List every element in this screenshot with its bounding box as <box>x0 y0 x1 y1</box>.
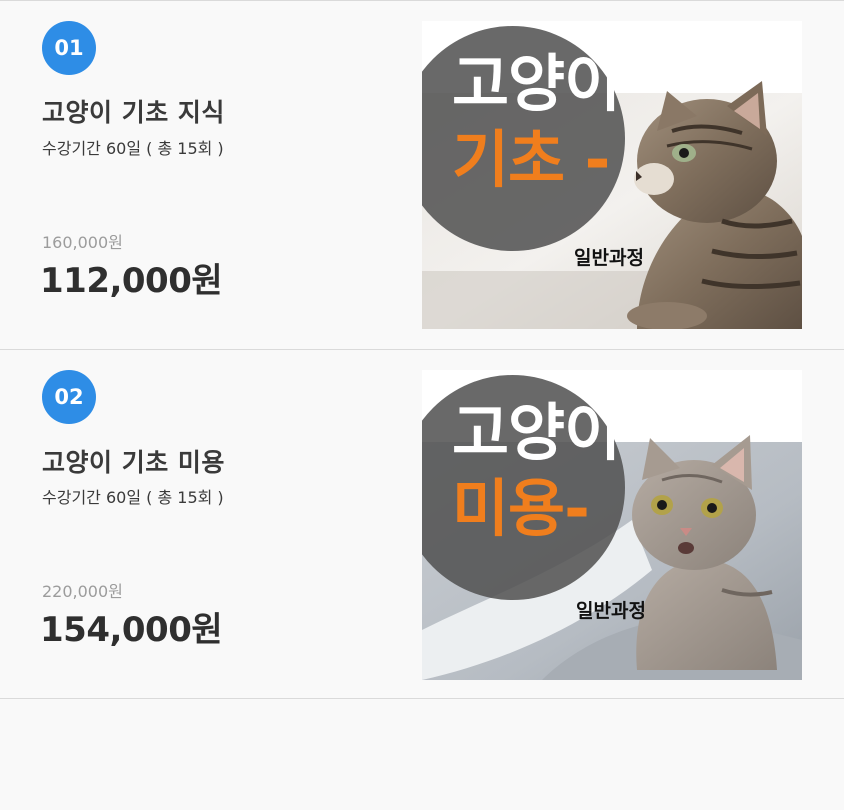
thumbnail-title-line1: 고양이 <box>452 396 621 469</box>
sale-price: 154,000원 <box>40 610 223 650</box>
course-thumbnail[interactable]: 고양이 기초 - 일반과정 <box>422 21 802 329</box>
thumbnail-title-line1: 고양이 <box>452 47 621 120</box>
thumbnail-subtitle: 일반과정 <box>576 600 646 622</box>
course-item-2[interactable]: 02 고양이 기초 미용 수강기간 60일 ( 총 15회 ) 220,000원… <box>0 349 844 699</box>
course-item-1[interactable]: 01 고양이 기초 지식 수강기간 60일 ( 총 15회 ) 160,000원… <box>0 0 844 348</box>
sale-price: 112,000원 <box>40 261 223 301</box>
course-number-badge: 01 <box>42 21 96 75</box>
course-number-badge: 02 <box>42 370 96 424</box>
course-period: 수강기간 60일 ( 총 15회 ) <box>42 139 224 158</box>
course-title[interactable]: 고양이 기초 지식 <box>42 93 225 129</box>
course-period: 수강기간 60일 ( 총 15회 ) <box>42 488 224 507</box>
original-price: 160,000원 <box>42 233 123 252</box>
thumbnail-title-line2: 미용- <box>452 472 590 545</box>
course-thumbnail[interactable]: 고양이 미용- 일반과정 <box>422 370 802 680</box>
thumbnail-subtitle: 일반과정 <box>574 247 644 269</box>
thumbnail-title-line2: 기초 - <box>452 123 610 196</box>
course-title[interactable]: 고양이 기초 미용 <box>42 443 225 479</box>
original-price: 220,000원 <box>42 582 123 601</box>
